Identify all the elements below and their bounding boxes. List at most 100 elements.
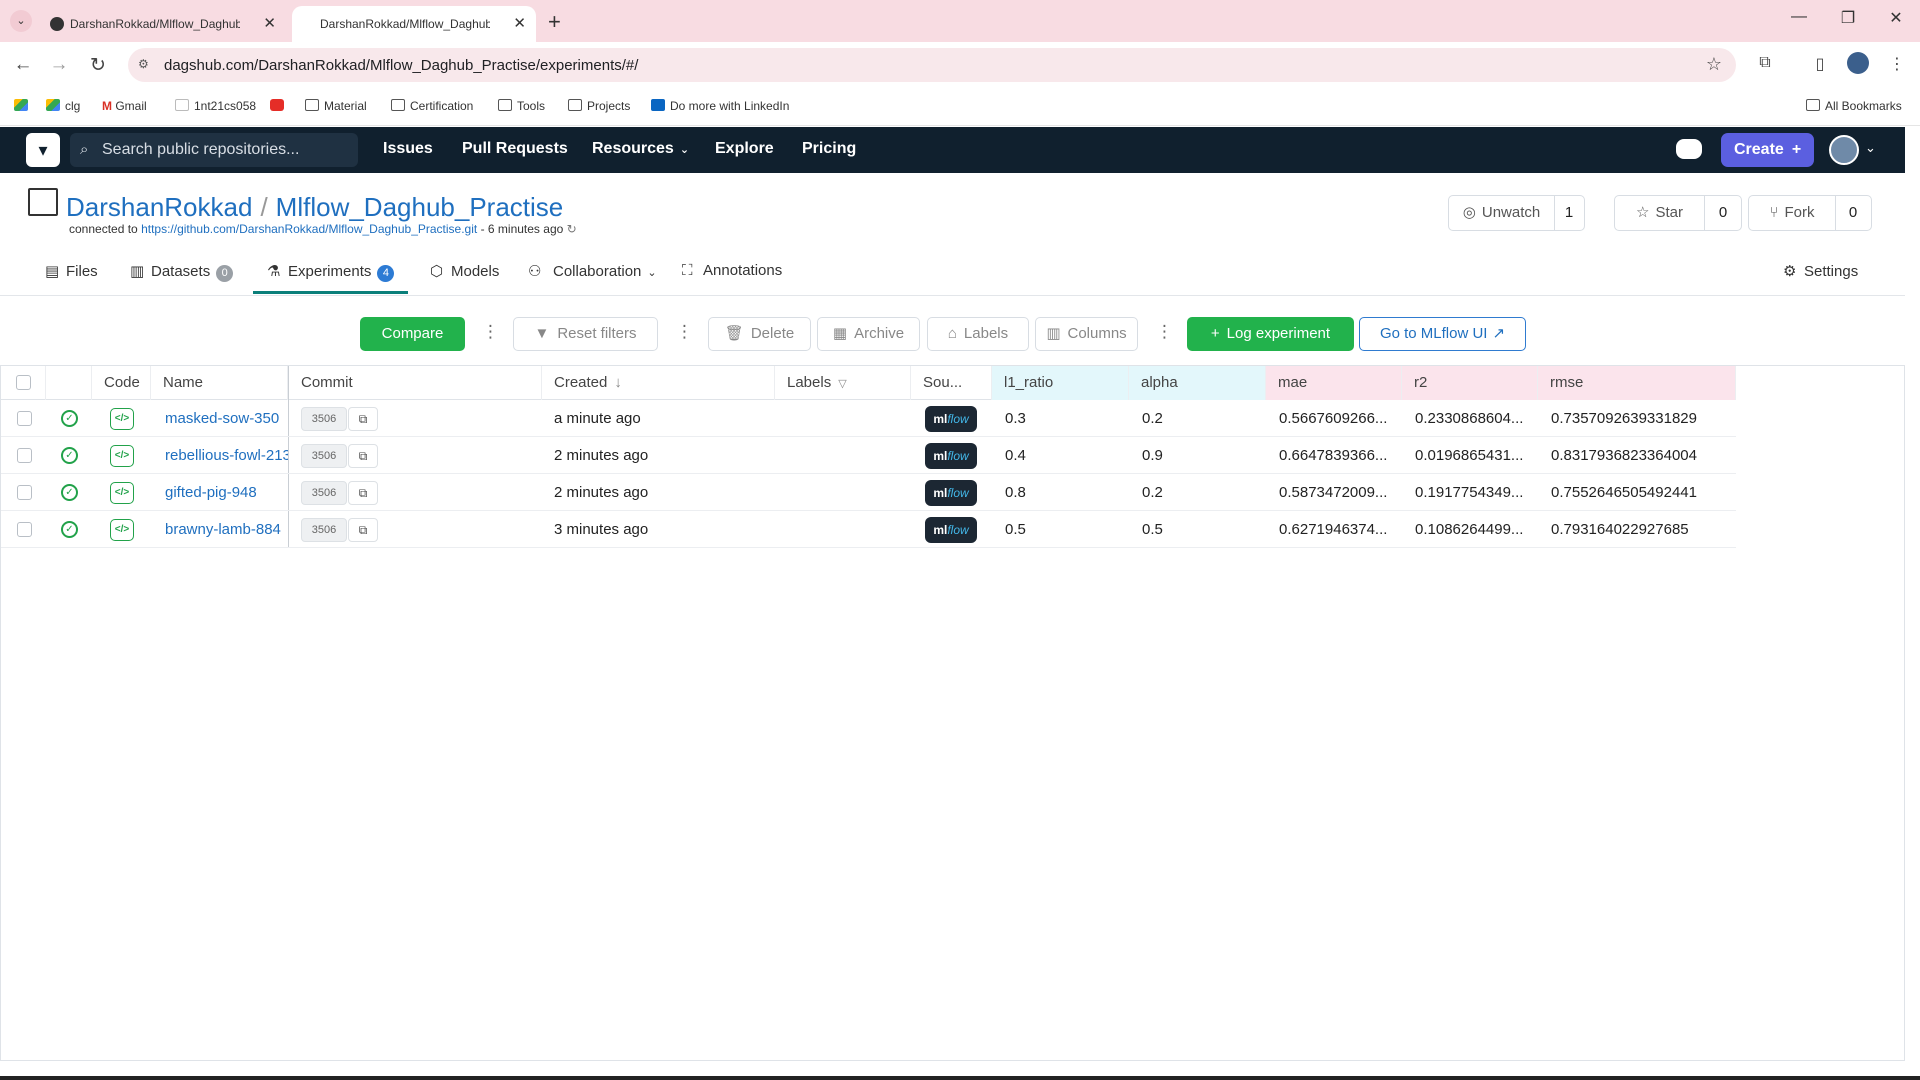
discord-icon[interactable]: [1676, 139, 1702, 159]
commit-tag[interactable]: 3506: [301, 407, 347, 431]
reload-icon[interactable]: ↻: [86, 54, 110, 77]
column-header-l1-ratio[interactable]: l1_ratio: [992, 366, 1129, 400]
archive-button[interactable]: ▦ Archive: [817, 317, 920, 351]
row-checkbox[interactable]: [17, 485, 32, 500]
compare-button[interactable]: Compare: [360, 317, 465, 351]
delete-button[interactable]: 🗑 Delete: [708, 317, 811, 351]
side-panel-icon[interactable]: ▯: [1808, 54, 1832, 74]
tab-models[interactable]: ⬡ Models: [430, 262, 499, 280]
chevron-down-icon[interactable]: ⌄: [1865, 140, 1876, 156]
more-options-icon[interactable]: ⋮: [1156, 322, 1173, 342]
table-row[interactable]: ✓ </> brawny-lamb-884 3506 ⧉ 3 minutes a…: [1, 512, 1736, 548]
github-repo-link[interactable]: https://github.com/DarshanRokkad/Mlflow_…: [141, 222, 477, 236]
code-icon[interactable]: </>: [110, 519, 134, 541]
table-row[interactable]: ✓ </> gifted-pig-948 3506 ⧉ 2 minutes ag…: [1, 475, 1736, 511]
commit-tag[interactable]: 3506: [301, 518, 347, 542]
column-header-code[interactable]: Code: [92, 366, 151, 400]
table-row[interactable]: ✓ </> rebellious-fowl-213 3506 ⧉ 2 minut…: [1, 438, 1736, 474]
experiment-name-link[interactable]: brawny-lamb-884: [165, 512, 288, 548]
site-info-icon[interactable]: ⚙: [138, 57, 154, 73]
code-icon[interactable]: </>: [110, 482, 134, 504]
repo-name-link[interactable]: Mlflow_Daghub_Practise: [276, 192, 564, 222]
nav-resources[interactable]: Resources ⌄: [592, 140, 689, 158]
forward-icon[interactable]: →: [47, 54, 71, 76]
column-header-commit[interactable]: Commit: [289, 366, 542, 400]
tab-experiments[interactable]: ⚗ Experiments 4: [253, 262, 409, 294]
bookmark-star-icon[interactable]: ☆: [1706, 54, 1722, 75]
commit-tag[interactable]: 3506: [301, 444, 347, 468]
copy-icon[interactable]: ⧉: [348, 444, 378, 468]
labels-button[interactable]: ⌂ Labels: [927, 317, 1029, 351]
column-header-r2[interactable]: r2: [1402, 366, 1538, 400]
bookmark-certification[interactable]: Certification: [391, 99, 473, 113]
column-header-created[interactable]: Created ↓: [542, 366, 775, 400]
bookmark-gmail[interactable]: M Gmail: [102, 99, 147, 113]
columns-button[interactable]: ▥ Columns: [1035, 317, 1138, 351]
repo-owner-link[interactable]: DarshanRokkad: [66, 192, 252, 222]
code-icon[interactable]: </>: [110, 408, 134, 430]
browser-menu-icon[interactable]: ⋮: [1885, 54, 1909, 74]
column-header-alpha[interactable]: alpha: [1129, 366, 1266, 400]
nav-issues[interactable]: Issues: [383, 140, 433, 158]
column-header-name[interactable]: Name: [151, 366, 288, 400]
mlflow-source-badge[interactable]: mlflow: [925, 443, 977, 469]
browser-tab-2[interactable]: DarshanRokkad/Mlflow_Daghub_P ✕: [292, 6, 536, 42]
nav-pricing[interactable]: Pricing: [802, 140, 856, 158]
close-tab-icon[interactable]: ✕: [513, 6, 526, 42]
bookmark-linkedin[interactable]: Do more with LinkedIn: [651, 99, 789, 113]
commit-tag[interactable]: 3506: [301, 481, 347, 505]
mlflow-source-badge[interactable]: mlflow: [925, 517, 977, 543]
table-row[interactable]: ✓ </> masked-sow-350 3506 ⧉ a minute ago…: [1, 401, 1736, 437]
code-icon[interactable]: </>: [110, 445, 134, 467]
close-window-icon[interactable]: ✕: [1881, 8, 1911, 28]
log-experiment-button[interactable]: + Log experiment: [1187, 317, 1354, 351]
experiment-name-link[interactable]: masked-sow-350: [165, 401, 288, 437]
copy-icon[interactable]: ⧉: [348, 518, 378, 542]
row-checkbox[interactable]: [17, 411, 32, 426]
bookmark-material[interactable]: Material: [305, 99, 367, 113]
tab-list-button[interactable]: ⌄: [10, 10, 32, 32]
create-button[interactable]: Create +: [1721, 133, 1814, 167]
tab-collaboration[interactable]: ⚇ Collaboration ⌄: [528, 262, 657, 280]
extensions-icon[interactable]: ⧉: [1753, 54, 1777, 72]
reset-filters-button[interactable]: ▼ Reset filters: [513, 317, 658, 351]
tab-files[interactable]: ▤ Files: [45, 262, 98, 280]
more-options-icon[interactable]: ⋮: [676, 322, 693, 342]
star-button[interactable]: ☆ Star 0: [1614, 195, 1742, 231]
tab-annotations[interactable]: ⛶ Annotations: [682, 262, 782, 279]
browser-tab-1[interactable]: DarshanRokkad/Mlflow_Daghub_P ✕: [42, 6, 286, 42]
bookmark-tools[interactable]: Tools: [498, 99, 545, 113]
minimize-icon[interactable]: —: [1784, 8, 1814, 26]
search-input[interactable]: ⌕ Search public repositories...: [70, 133, 358, 167]
nav-pull-requests[interactable]: Pull Requests: [462, 140, 568, 158]
column-header-mae[interactable]: mae: [1266, 366, 1402, 400]
experiment-name-link[interactable]: gifted-pig-948: [165, 475, 288, 511]
bookmark-projects[interactable]: Projects: [568, 99, 630, 113]
new-tab-icon[interactable]: +: [548, 9, 561, 35]
all-bookmarks[interactable]: All Bookmarks: [1806, 99, 1902, 113]
go-to-mlflow-button[interactable]: Go to MLflow UI ↗: [1359, 317, 1526, 351]
select-all-checkbox[interactable]: [16, 375, 31, 390]
close-tab-icon[interactable]: ✕: [263, 6, 276, 42]
column-header-labels[interactable]: Labels ▽: [775, 366, 911, 400]
nav-explore[interactable]: Explore: [715, 140, 774, 158]
back-icon[interactable]: ←: [11, 54, 35, 76]
mlflow-source-badge[interactable]: mlflow: [925, 406, 977, 432]
dagshub-logo-icon[interactable]: ▾: [26, 133, 60, 167]
mlflow-source-badge[interactable]: mlflow: [925, 480, 977, 506]
bookmark-1nt21cs058[interactable]: 1nt21cs058: [175, 99, 256, 113]
user-avatar[interactable]: [1829, 135, 1859, 165]
tab-datasets[interactable]: ▥ Datasets 0: [130, 262, 234, 282]
experiment-name-link[interactable]: rebellious-fowl-213: [165, 438, 288, 474]
bookmark-youtube[interactable]: [270, 99, 289, 113]
tab-settings[interactable]: ⚙ Settings: [1783, 262, 1858, 280]
unwatch-button[interactable]: ◎ Unwatch 1: [1448, 195, 1585, 231]
sync-icon[interactable]: ↻: [567, 222, 577, 236]
bookmark-clg[interactable]: clg: [46, 99, 80, 113]
copy-icon[interactable]: ⧉: [348, 481, 378, 505]
restore-icon[interactable]: ❐: [1833, 8, 1863, 28]
column-header-rmse[interactable]: rmse: [1538, 366, 1736, 400]
bookmark-drive[interactable]: [14, 99, 33, 113]
more-options-icon[interactable]: ⋮: [482, 322, 499, 342]
copy-icon[interactable]: ⧉: [348, 407, 378, 431]
